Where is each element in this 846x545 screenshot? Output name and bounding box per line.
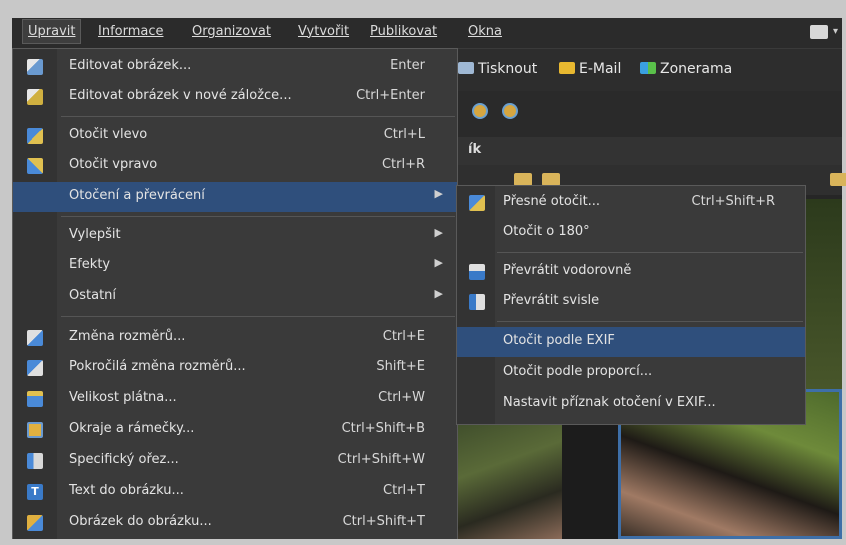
precise-rotate-icon [469, 195, 485, 211]
menu-item-picture-in-picture[interactable]: Obrázek do obrázku... Ctrl+Shift+T [13, 508, 457, 538]
menu-item-resize[interactable]: Změna rozměrů... Ctrl+E [13, 323, 457, 353]
menu-separator [61, 116, 455, 117]
thumbnail-gap [562, 414, 618, 539]
submenu-arrow-icon: ▶ [434, 226, 443, 239]
menu-separator [61, 216, 455, 217]
menu-okna[interactable]: Okna [468, 24, 502, 39]
envelope-icon [559, 62, 575, 74]
menu-item-edit-new-tab[interactable]: Editovat obrázek v nové záložce... Ctrl+… [13, 82, 457, 112]
submenu-item-rotate-by-proportions[interactable]: Otočit podle proporcí... [457, 358, 805, 388]
submenu-separator [497, 252, 803, 253]
picture-in-picture-icon [27, 515, 43, 531]
menu-item-rotate-left[interactable]: Otočit vlevo Ctrl+L [13, 121, 457, 151]
toolbar-secondary [456, 91, 842, 137]
print-button[interactable]: Tisknout [458, 61, 537, 77]
submenu-item-precise-rotate[interactable]: Přesné otočit... Ctrl+Shift+R [457, 188, 805, 218]
borders-icon [27, 422, 43, 438]
menu-item-specific-crop[interactable]: Specifický ořez... Ctrl+Shift+W [13, 446, 457, 476]
menu-item-enhance[interactable]: Vylepšit ▶ [13, 221, 457, 251]
menu-informace[interactable]: Informace [98, 24, 164, 39]
menu-bar: Upravit Informace Organizovat Vytvořit P… [12, 18, 842, 49]
panel-title: ík [456, 137, 842, 165]
menu-item-edit-image[interactable]: Editovat obrázek... Enter [13, 52, 457, 82]
zoom-out-icon[interactable] [502, 103, 518, 119]
thumbnail-left[interactable] [456, 414, 562, 539]
menu-publikovat[interactable]: Publikovat [370, 24, 437, 39]
zonerama-button[interactable]: Zonerama [640, 61, 732, 77]
menu-separator [61, 316, 455, 317]
menu-vytvorit[interactable]: Vytvořit [298, 24, 349, 39]
menu-item-rotate-and-flip[interactable]: Otočení a převrácení ▶ [13, 182, 457, 212]
submenu-item-flip-vertical[interactable]: Převrátit svisle [457, 287, 805, 317]
menu-item-other[interactable]: Ostatní ▶ [13, 282, 457, 312]
submenu-arrow-icon: ▶ [434, 287, 443, 300]
submenu-item-flip-horizontal[interactable]: Převrátit vodorovně [457, 257, 805, 287]
flip-horizontal-icon [469, 264, 485, 280]
menu-item-rotate-right[interactable]: Otočit vpravo Ctrl+R [13, 151, 457, 181]
window-frame-left [0, 0, 12, 545]
window-layout-icon[interactable] [810, 25, 828, 39]
menu-item-text-in-image[interactable]: T Text do obrázku... Ctrl+T [13, 477, 457, 507]
submenu-item-set-exif-rotation-flag[interactable]: Nastavit příznak otočení v EXIF... [457, 389, 805, 419]
resize-icon [27, 330, 43, 346]
zonerama-icon [640, 62, 656, 74]
submenu-item-rotate-180[interactable]: Otočit o 180° [457, 218, 805, 248]
rotate-right-icon [27, 158, 43, 174]
rotate-left-icon [27, 128, 43, 144]
menu-item-effects[interactable]: Efekty ▶ [13, 251, 457, 281]
crop-icon [27, 453, 43, 469]
toolbar: Tisknout E-Mail Zonerama [456, 49, 842, 91]
chevron-down-icon[interactable]: ▾ [833, 26, 838, 37]
window-frame-top [0, 0, 846, 18]
edit-new-tab-icon [27, 89, 43, 105]
rotate-flip-submenu: Přesné otočit... Ctrl+Shift+R Otočit o 1… [456, 185, 806, 425]
menu-item-advanced-resize[interactable]: Pokročilá změna rozměrů... Shift+E [13, 353, 457, 383]
submenu-separator [497, 321, 803, 322]
submenu-arrow-icon: ▶ [434, 187, 443, 200]
window-frame-bottom [0, 539, 846, 545]
folder-icon-right[interactable] [830, 173, 846, 186]
menu-item-canvas-size[interactable]: Velikost plátna... Ctrl+W [13, 384, 457, 414]
zoom-in-icon[interactable] [472, 103, 488, 119]
menu-organizovat[interactable]: Organizovat [192, 24, 271, 39]
menu-item-borders[interactable]: Okraje a rámečky... Ctrl+Shift+B [13, 415, 457, 445]
printer-icon [458, 62, 474, 74]
submenu-item-rotate-by-exif[interactable]: Otočit podle EXIF [457, 327, 805, 357]
edit-image-icon [27, 59, 43, 75]
canvas-size-icon [27, 391, 43, 407]
menu-upravit[interactable]: Upravit [22, 19, 82, 44]
flip-vertical-icon [469, 294, 485, 310]
text-icon: T [27, 484, 43, 500]
window-frame-right [842, 0, 846, 545]
email-button[interactable]: E-Mail [559, 61, 621, 77]
advanced-resize-icon [27, 360, 43, 376]
upravit-dropdown-menu: Editovat obrázek... Enter Editovat obráz… [12, 48, 458, 545]
submenu-arrow-icon: ▶ [434, 256, 443, 269]
